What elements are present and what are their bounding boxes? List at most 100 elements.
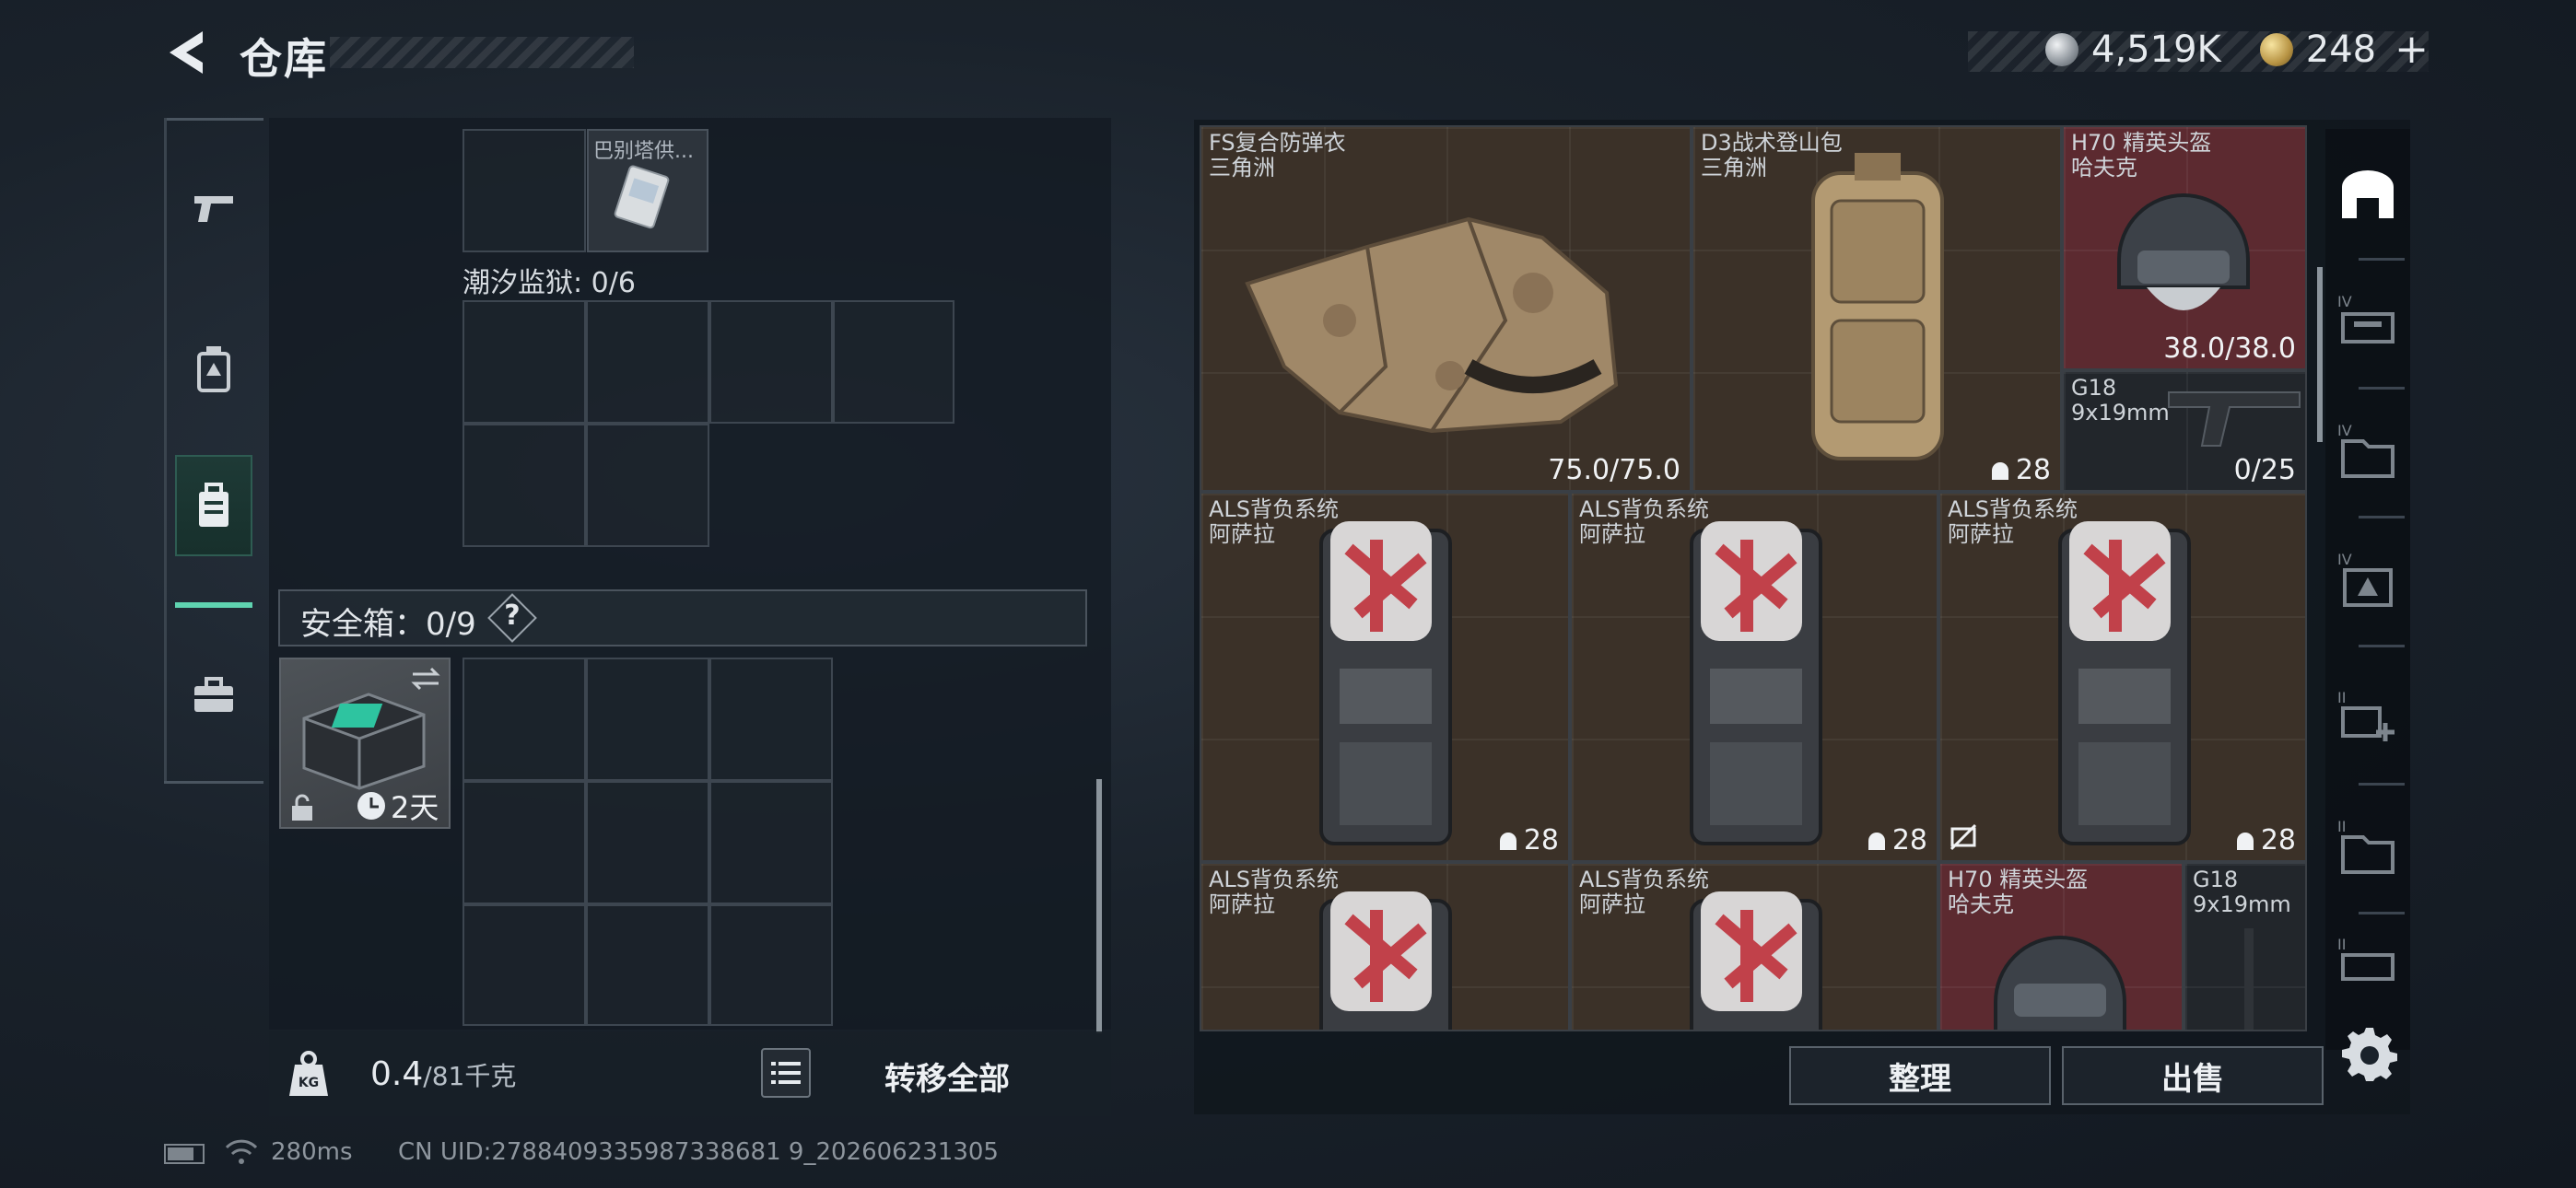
grid-slot[interactable] [586,300,709,424]
item-name: FS复合防弹衣 三角洲 [1209,130,1346,181]
lock-icon [292,794,312,821]
grid-slot[interactable] [586,781,709,904]
grid-slot[interactable] [709,658,833,781]
helmet-owner-icon [1991,461,2008,480]
helmet-owner-icon [2236,832,2254,850]
safe-box-timer: 2天 [391,790,439,825]
folder-icon: IV [2337,422,2395,478]
back-arrow-icon[interactable] [162,28,210,77]
page-title: 仓库 [240,34,328,84]
grid-slot[interactable] [463,781,586,904]
nav-divider [164,118,167,784]
filter-doc-folder[interactable]: II [2327,792,2408,903]
inventory-item-als-pack[interactable]: ALS背负系统 阿萨拉 28 [1938,492,2307,862]
filter-folder[interactable]: IV [2327,396,2408,507]
inventory-item-vest[interactable]: FS复合防弹衣 三角洲 75.0/75.0 [1200,125,1692,492]
als-backpack-art [1690,521,1822,845]
weight-capacity: /81千克 [423,1061,517,1091]
helmet-art [1994,936,2126,1030]
nav-backpack[interactable] [175,455,252,556]
nav-chest-rig[interactable] [175,319,252,420]
grid-slot[interactable] [709,300,833,424]
inventory-item-als-pack[interactable]: ALS背负系统 阿萨拉 [1200,862,1570,1031]
item-owner-badge: 28 [1498,824,1559,856]
grid-slot[interactable] [586,904,709,1026]
svg-text:IV: IV [2337,293,2352,310]
storage-all-icon [2342,170,2394,218]
helmet-owner-icon [1868,832,1885,850]
title-decoration [330,37,634,68]
storage-scrollbar[interactable] [1096,779,1102,1033]
weight-readout: 0.4/81千克 [370,1055,516,1093]
filter-divider [2359,912,2405,914]
als-backpack-art [1319,521,1452,845]
weight-icon: KG [289,1051,328,1096]
silver-coin-icon [2045,32,2078,66]
inventory-item-als-pack[interactable]: ALS背负系统 阿萨拉 28 [1570,492,1938,862]
gold-coin-icon [2259,32,2293,66]
inventory-item-als-pack[interactable]: ALS背负系统 阿萨拉 [1570,862,1938,1031]
nav-divider [164,781,263,784]
babel-tower-item-label: 巴别塔供... [593,140,694,163]
als-backpack-art [1319,891,1452,1030]
pistol-icon [194,196,233,222]
inventory-item-pistol[interactable]: G18 9x19mm [2184,862,2307,1031]
nav-weapons[interactable] [175,158,252,260]
inventory-scrollbar[interactable] [2317,267,2323,442]
clock-icon [357,792,385,820]
filter-medical-case[interactable]: II [2327,663,2408,774]
battery-icon [164,1144,205,1164]
als-backpack-art [1690,891,1822,1030]
chest-rig-icon [197,346,230,392]
item-ammo: 0/25 [2233,454,2296,486]
item-name: G18 9x19mm [2193,867,2291,917]
inventory-item-helmet[interactable]: H70 精英头盔 哈夫克 38.0/38.0 [2062,125,2307,370]
weapon-case-icon: IV [2337,293,2395,344]
swap-icon[interactable] [409,665,442,693]
grid-slot[interactable] [463,424,586,547]
als-backpack-art [2058,521,2191,845]
rig-case-icon: IV [2337,551,2393,607]
svg-text:IV: IV [2337,422,2352,439]
nav-briefcase[interactable] [175,645,252,746]
nav-active-indicator [175,602,252,608]
body-armor-art [1245,216,1619,434]
filter-rig-case[interactable]: IV [2327,525,2408,635]
filter-divider [2359,783,2405,786]
item-owner-badge: 28 [1867,824,1927,856]
grid-slot[interactable] [463,904,586,1026]
list-view-button[interactable] [761,1048,811,1098]
svg-text:KG: KG [299,1076,319,1090]
inventory-item-helmet[interactable]: H70 精英头盔 哈夫克 [1938,862,2184,1031]
grid-slot[interactable] [463,129,586,252]
grid-slot[interactable] [709,904,833,1026]
ping-readout: 280ms [271,1138,353,1166]
grid-slot[interactable] [463,300,586,424]
wifi-icon [225,1139,258,1164]
gold-coin-value: 248 [2305,28,2377,71]
doc-folder-icon: II [2337,818,2395,874]
safe-box-art [302,693,426,790]
grid-slot[interactable] [586,658,709,781]
sort-button[interactable]: 整理 [1789,1046,2051,1105]
no-trade-icon [1950,823,1977,851]
filter-all[interactable] [2327,140,2408,250]
transfer-all-button[interactable]: 转移全部 [884,1054,1010,1099]
filter-weapon-case[interactable]: IV [2327,267,2408,378]
grid-slot[interactable] [833,300,954,424]
inventory-item-als-pack[interactable]: ALS背负系统 阿萨拉 28 [1200,492,1570,862]
grid-slot[interactable] [463,658,586,781]
gear-icon[interactable] [2340,1024,2399,1083]
filter-divider [2359,516,2405,518]
pistol-art [2244,928,2254,1030]
tide-prison-label: 潮汐监狱: 0/6 [463,267,636,299]
inventory-item-backpack[interactable]: D3战术登山包 三角洲 28 [1692,125,2062,492]
inventory-item-pistol[interactable]: G18 9x19mm 0/25 [2062,370,2307,492]
filter-divider [2359,258,2405,261]
filter-ammo-case[interactable]: II [2327,921,2408,1004]
grid-slot[interactable] [586,424,709,547]
sell-button[interactable]: 出售 [2062,1046,2324,1105]
currency-row: 4,519K 248 + [2045,26,2429,73]
add-currency-button[interactable]: + [2395,26,2429,73]
grid-slot[interactable] [709,781,833,904]
